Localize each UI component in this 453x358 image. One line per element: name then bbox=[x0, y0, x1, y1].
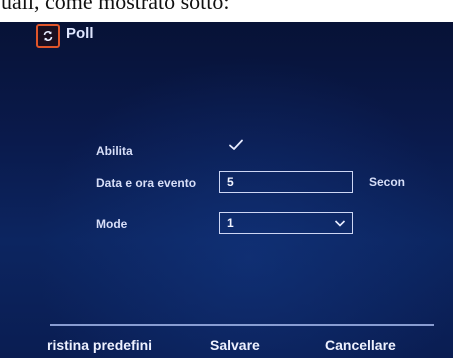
save-button[interactable]: Salvare bbox=[210, 337, 260, 353]
footer-divider bbox=[50, 324, 434, 326]
document-caption: uali, come mostrato sotto: bbox=[0, 0, 453, 22]
mode-label: Mode bbox=[96, 217, 128, 231]
page-title: Poll bbox=[66, 25, 94, 42]
event-time-label: Data e ora evento bbox=[96, 176, 197, 190]
cancel-button[interactable]: Cancellare bbox=[325, 337, 396, 353]
event-time-input[interactable]: 5 bbox=[219, 171, 353, 193]
document-caption-text: uali, come mostrato sotto: bbox=[1, 0, 230, 14]
event-time-unit: Secon bbox=[369, 175, 406, 189]
enable-label: Abilita bbox=[96, 144, 133, 158]
refresh-icon bbox=[36, 24, 60, 48]
chevron-down-icon bbox=[334, 220, 346, 227]
mode-select[interactable]: 1 bbox=[219, 212, 353, 234]
poll-settings-screen: Poll Abilita Data e ora evento 5 Secon M… bbox=[0, 22, 453, 358]
mode-select-value: 1 bbox=[227, 216, 234, 230]
enable-checkbox[interactable] bbox=[228, 137, 244, 153]
restore-defaults-button[interactable]: ristina predefini bbox=[47, 337, 158, 353]
checkmark-icon bbox=[229, 139, 243, 150]
